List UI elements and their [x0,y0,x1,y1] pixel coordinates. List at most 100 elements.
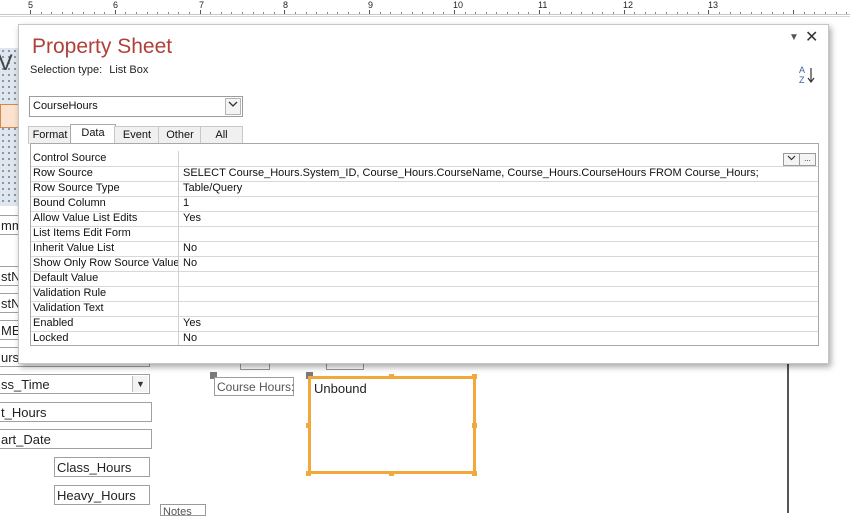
ruler-number: 13 [708,0,719,10]
field-fragment[interactable]: stN [0,266,20,286]
ruler-tick [274,12,275,14]
chevron-down-icon[interactable] [783,153,800,166]
property-value[interactable]: Yes [181,316,803,331]
field-fragment[interactable]: ME [0,320,20,340]
property-value[interactable]: Yes [181,211,803,226]
property-row-row-source[interactable]: Row Source SELECT Course_Hours.System_ID… [31,166,818,182]
property-row-validation-text[interactable]: Validation Text [31,301,818,317]
tab-data[interactable]: Data [70,124,116,145]
svg-text:A: A [799,65,805,75]
chevron-down-icon[interactable] [225,98,241,115]
property-value[interactable]: No [181,331,803,345]
property-row-default-value[interactable]: Default Value [31,271,818,287]
svg-text:Z: Z [799,75,805,85]
tab-format[interactable]: Format [28,126,72,144]
resize-handle[interactable] [472,374,477,379]
listbox-unbound-text: Unbound [314,381,367,396]
ruler-tick [454,10,455,14]
ruler-number: 6 [113,0,119,10]
close-icon[interactable]: ✕ [805,27,818,47]
property-value[interactable]: Table/Query [181,181,803,196]
property-row-enabled[interactable]: Enabled Yes [31,316,818,332]
property-value[interactable] [181,226,803,241]
resize-handle[interactable] [472,423,477,428]
builder-button[interactable]: ... [799,153,816,166]
object-selector-value: CourseHours [33,100,98,112]
ruler-tick [104,12,105,14]
property-value[interactable] [181,301,803,316]
sort-az-icon[interactable]: A Z [799,65,817,87]
chevron-down-icon[interactable]: ▼ [132,376,148,392]
property-row-show-only-row-source-values[interactable]: Show Only Row Source Values No [31,256,818,272]
property-row-allow-value-list-edits[interactable]: Allow Value List Edits Yes [31,211,818,227]
field-fragment[interactable]: t_Hours [0,402,152,422]
property-value[interactable] [181,151,803,166]
property-row-control-source[interactable]: Control Source ... [31,151,818,167]
ruler-number: 12 [623,0,634,10]
ruler-tick [528,12,529,14]
ruler-tick [221,12,222,14]
resize-handle[interactable] [389,471,394,476]
ruler-tick [814,12,815,14]
class-time-combo[interactable]: ss_Time ▼ [0,374,150,394]
tab-event[interactable]: Event [114,126,160,144]
property-sheet: Property Sheet Selection type: List Box … [18,24,829,364]
course-hours-listbox[interactable]: Unbound [308,376,476,474]
tab-all[interactable]: All [200,126,243,144]
course-hours-label[interactable]: Course Hours: [214,377,294,396]
pane-options-icon[interactable]: ▼ [789,32,799,43]
property-row-list-items-edit-form[interactable]: List Items Edit Form [31,226,818,242]
field-fragment[interactable]: art_Date [0,429,152,449]
ruler-tick [157,12,158,14]
image-control-fragment[interactable] [0,104,20,128]
ruler-tick [602,12,603,14]
ruler-tick [677,12,678,14]
field-fragment[interactable]: stN [0,293,20,313]
ruler-tick [507,12,508,14]
ruler-tick [147,12,148,14]
selection-type-label: Selection type: [30,64,103,76]
property-value[interactable] [181,286,803,301]
property-value[interactable] [181,271,803,286]
class-hours-field[interactable]: Class_Hours [54,457,150,477]
property-row-bound-column[interactable]: Bound Column 1 [31,196,818,212]
resize-handle[interactable] [472,471,477,476]
ruler-tick [231,12,232,14]
ruler-tick [242,12,243,14]
property-row-inherit-value-list[interactable]: Inherit Value List No [31,241,818,257]
property-value[interactable]: 1 [181,196,803,211]
resize-handle[interactable] [389,374,394,379]
horizontal-ruler: 5 6 7 8 9 10 11 12 13 13 [0,0,850,15]
ruler-tick [655,12,656,14]
ruler-tick [772,12,773,14]
object-selector-combo[interactable]: CourseHours [29,96,243,117]
ruler-tick [708,10,709,14]
ruler-tick [804,12,805,14]
ruler-tick [698,12,699,14]
property-row-validation-rule[interactable]: Validation Rule [31,286,818,302]
ruler-tick [645,12,646,14]
property-value[interactable]: No [181,241,803,256]
resize-handle[interactable] [306,471,311,476]
ruler-tick [475,12,476,14]
ruler-tick [560,12,561,14]
ruler-tick [41,12,42,14]
ruler-tick [751,12,752,14]
property-name: Enabled [31,316,179,331]
ruler-tick [136,12,137,14]
ruler-tick [433,12,434,14]
ruler-tick [443,12,444,14]
form-right-edge [787,345,850,513]
resize-handle[interactable] [306,423,311,428]
property-value[interactable]: No [181,256,803,271]
tab-other[interactable]: Other [158,126,202,144]
property-row-row-source-type[interactable]: Row Source Type Table/Query [31,181,818,197]
property-name: List Items Edit Form [31,226,179,241]
property-row-locked[interactable]: Locked No [31,331,818,345]
property-value[interactable]: SELECT Course_Hours.System_ID, Course_Ho… [181,166,803,181]
ruler-tick [730,12,731,14]
field-fragment[interactable]: mm [0,215,20,235]
heavy-hours-field[interactable]: Heavy_Hours [54,485,150,505]
notes-label[interactable]: Notes [160,504,206,516]
property-sheet-title: Property Sheet [32,35,173,58]
